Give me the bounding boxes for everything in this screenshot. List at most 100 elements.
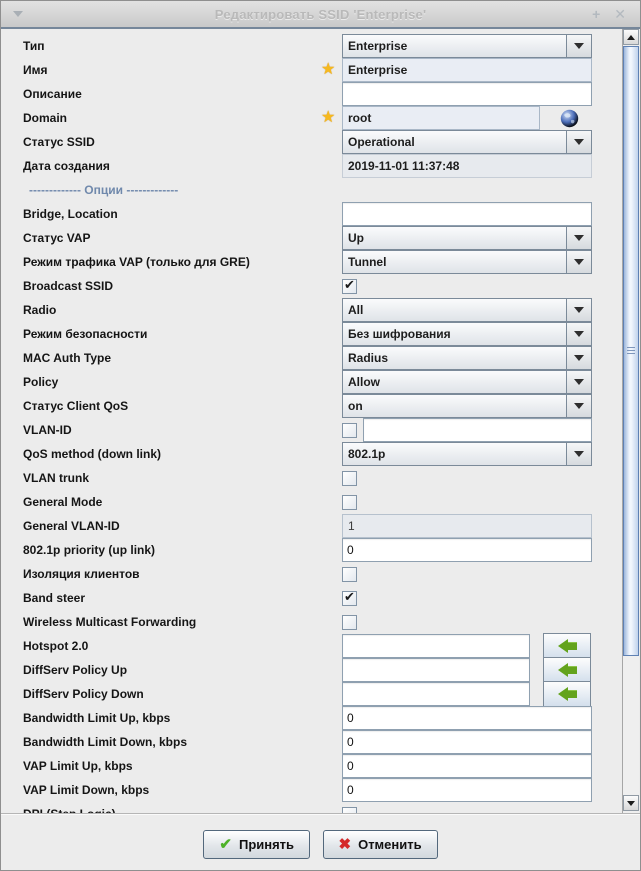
vap-limit-down-input[interactable]	[342, 778, 592, 802]
client-qos-status-dropdown-button[interactable]	[566, 395, 591, 417]
form-row-ssid-status: Статус SSID Operational	[1, 130, 620, 154]
mac-auth-type-dropdown-button[interactable]	[566, 347, 591, 369]
vap-status-dropdown-button[interactable]	[566, 227, 591, 249]
ssid-status-label: Статус SSID	[23, 135, 95, 149]
hotspot-20-input[interactable]	[342, 634, 530, 658]
vlan-id-input[interactable]	[363, 418, 592, 442]
radio-select[interactable]: All	[342, 298, 592, 322]
radio-label: Radio	[23, 303, 57, 317]
diffserv-policy-down-arrow-button[interactable]	[543, 681, 591, 707]
cancel-button[interactable]: ✖ Отменить	[322, 830, 438, 859]
chevron-down-icon	[574, 403, 584, 409]
accept-button-label: Принять	[238, 837, 295, 852]
wireless-multicast-forwarding-checkbox[interactable]	[342, 614, 357, 630]
form-row-vap-limit-down: VAP Limit Down, kbps	[1, 778, 620, 802]
policy-label: Policy	[23, 375, 59, 389]
chevron-down-icon	[574, 355, 584, 361]
client-isolation-label: Изоляция клиентов	[23, 567, 140, 581]
scroll-down-button[interactable]	[623, 795, 639, 811]
arrow-left-shaft	[567, 642, 577, 650]
description-input[interactable]	[342, 82, 592, 106]
diffserv-policy-down-control	[342, 681, 591, 707]
vlan-trunk-label: VLAN trunk	[23, 471, 89, 485]
general-vlan-id-field: 1	[342, 514, 592, 538]
globe-icon[interactable]	[559, 108, 579, 128]
qos-method-downlink-dropdown-button[interactable]	[566, 443, 591, 465]
bandwidth-limit-up-input[interactable]	[342, 706, 592, 730]
ssid-status-dropdown-button[interactable]	[566, 131, 591, 153]
diffserv-policy-up-input[interactable]	[342, 658, 530, 682]
chevron-down-icon	[574, 259, 584, 265]
priority-8021p-uplink-input[interactable]	[342, 538, 592, 562]
edit-ssid-dialog: Редактировать SSID 'Enterprise' + ✕ Тип E…	[0, 0, 641, 871]
cancel-button-label: Отменить	[358, 837, 422, 852]
close-icon[interactable]: ✕	[614, 7, 626, 21]
broadcast-ssid-checkbox[interactable]: ✔	[342, 277, 357, 294]
wireless-multicast-forwarding-control	[342, 614, 357, 630]
general-mode-checkbox[interactable]	[342, 494, 357, 510]
vap-limit-up-input[interactable]	[342, 754, 592, 778]
dpi-step-logic-checkbox[interactable]	[342, 806, 357, 813]
diffserv-policy-up-arrow-button[interactable]	[543, 657, 591, 683]
vertical-scrollbar[interactable]	[622, 29, 639, 813]
priority-8021p-uplink-control	[342, 538, 592, 562]
form-row-mac-auth-type: MAC Auth Type Radius	[1, 346, 620, 370]
qos-method-downlink-select[interactable]: 802.1p	[342, 442, 592, 466]
arrow-left-icon	[557, 639, 568, 653]
maximize-icon[interactable]: +	[592, 7, 600, 21]
vlan-id-label: VLAN-ID	[23, 423, 72, 437]
type-select[interactable]: Enterprise	[342, 34, 592, 58]
cancel-x-icon: ✖	[338, 836, 352, 853]
titlebar[interactable]: Редактировать SSID 'Enterprise' + ✕	[1, 1, 640, 27]
description-label: Описание	[23, 87, 82, 101]
form-row-band-steer: Band steer ✔	[1, 586, 620, 610]
security-mode-select[interactable]: Без шифрования	[342, 322, 592, 346]
band-steer-checkbox[interactable]: ✔	[342, 589, 357, 606]
broadcast-ssid-control: ✔	[342, 277, 357, 294]
vap-limit-up-label: VAP Limit Up, kbps	[23, 759, 133, 773]
diffserv-policy-down-input[interactable]	[342, 682, 530, 706]
ssid-status-value: Operational	[348, 135, 415, 149]
mac-auth-type-label: MAC Auth Type	[23, 351, 111, 365]
ssid-status-select[interactable]: Operational	[342, 130, 592, 154]
security-mode-dropdown-button[interactable]	[566, 323, 591, 345]
domain-field[interactable]: root	[342, 106, 540, 130]
radio-dropdown-button[interactable]	[566, 299, 591, 321]
arrow-left-shaft	[567, 666, 577, 674]
hotspot-20-arrow-button[interactable]	[543, 633, 591, 659]
form-row-domain: Domain ★ root	[1, 106, 620, 130]
security-mode-value: Без шифрования	[348, 327, 451, 341]
vlan-trunk-checkbox[interactable]	[342, 470, 357, 486]
client-isolation-checkbox[interactable]	[342, 566, 357, 582]
required-star-icon: ★	[321, 109, 336, 126]
arrow-left-shaft	[567, 690, 577, 698]
broadcast-ssid-label: Broadcast SSID	[23, 279, 114, 293]
policy-dropdown-button[interactable]	[566, 371, 591, 393]
mac-auth-type-select[interactable]: Radius	[342, 346, 592, 370]
form-row-broadcast-ssid: Broadcast SSID ✔	[1, 274, 620, 298]
form-row-security-mode: Режим безопасности Без шифрования	[1, 322, 620, 346]
client-qos-status-select[interactable]: on	[342, 394, 592, 418]
bandwidth-limit-down-input[interactable]	[342, 730, 592, 754]
type-label: Тип	[23, 39, 45, 53]
policy-control: Allow	[342, 370, 592, 394]
scrollbar-thumb[interactable]	[623, 46, 639, 656]
vap-traffic-mode-dropdown-button[interactable]	[566, 251, 591, 273]
type-dropdown-button[interactable]	[566, 35, 591, 57]
triangle-up-icon	[627, 34, 635, 40]
vap-status-select[interactable]: Up	[342, 226, 592, 250]
policy-select[interactable]: Allow	[342, 370, 592, 394]
scroll-up-button[interactable]	[623, 29, 639, 45]
form-row-bandwidth-limit-down: Bandwidth Limit Down, kbps	[1, 730, 620, 754]
general-vlan-id-label: General VLAN-ID	[23, 519, 120, 533]
name-field[interactable]: Enterprise	[342, 58, 592, 82]
vlan-id-checkbox[interactable]	[342, 422, 357, 438]
form-rows: Тип Enterprise Имя ★ Enterprise Описание Domai…	[1, 29, 620, 813]
security-mode-label: Режим безопасности	[23, 327, 148, 341]
bridge-location-control	[342, 202, 592, 226]
accept-button[interactable]: ✔ Принять	[203, 830, 311, 859]
vap-traffic-mode-select[interactable]: Tunnel	[342, 250, 592, 274]
wireless-multicast-forwarding-label: Wireless Multicast Forwarding	[23, 615, 197, 629]
hotspot-20-control	[342, 633, 591, 659]
bridge-location-input[interactable]	[342, 202, 592, 226]
